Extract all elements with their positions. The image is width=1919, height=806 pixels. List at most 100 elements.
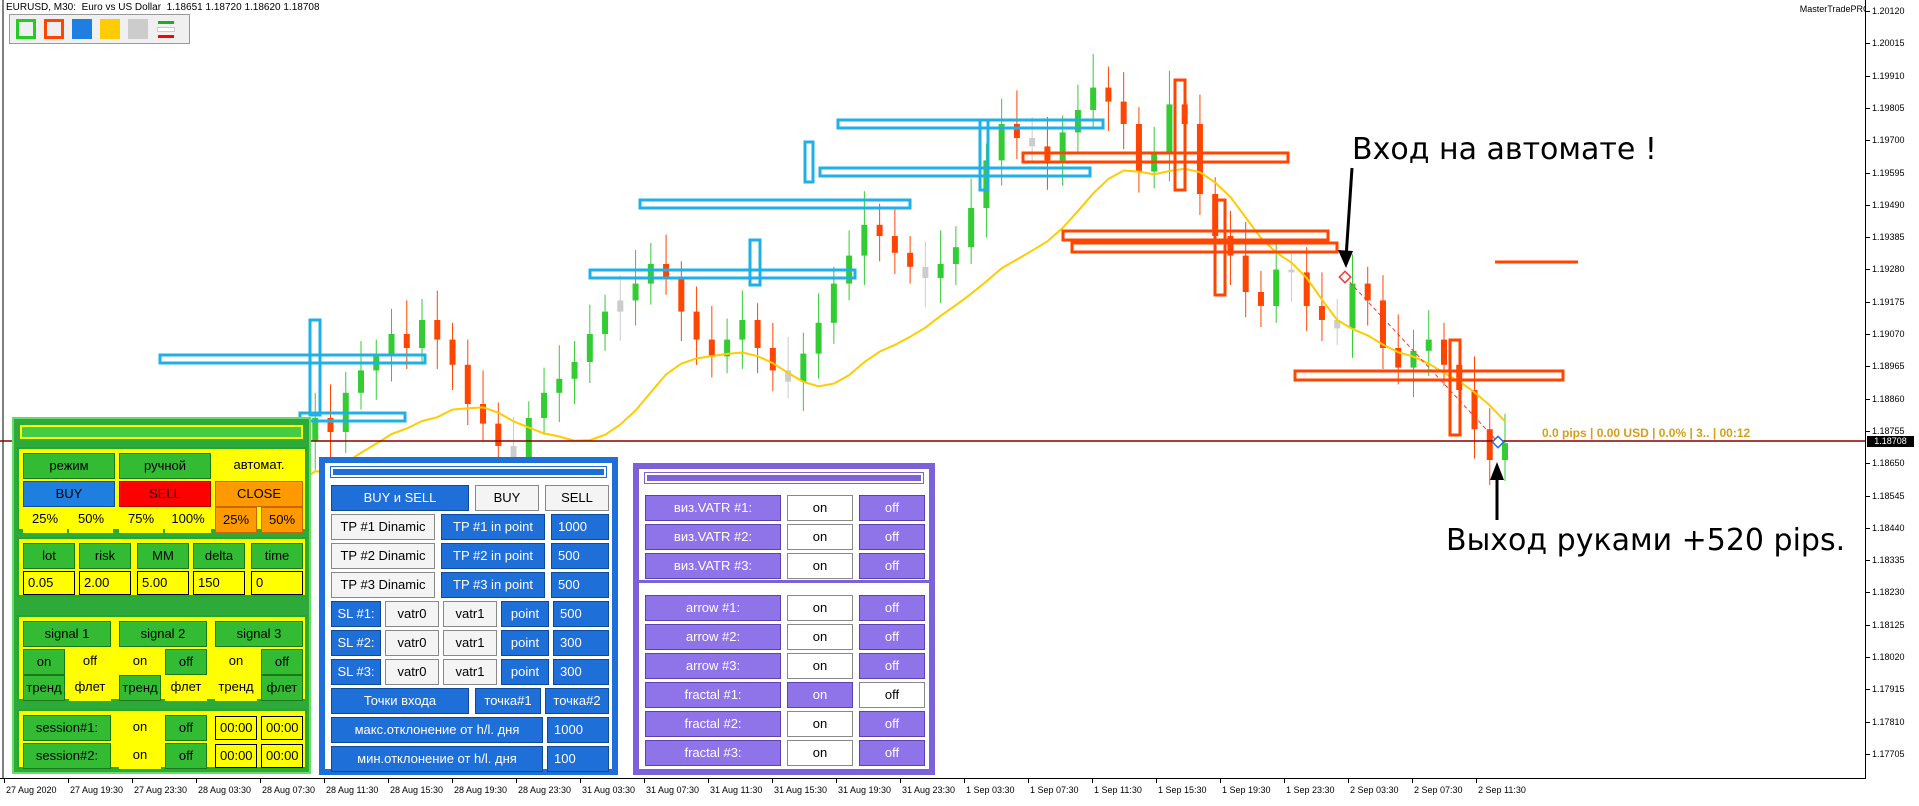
fractal1-on[interactable]: on <box>787 682 853 708</box>
fractal3-on[interactable]: on <box>787 740 853 766</box>
sl3-value[interactable]: 300 <box>553 659 609 685</box>
session-2-end[interactable]: 00:00 <box>261 744 303 768</box>
sl1-vatr1-button[interactable]: vatr1 <box>443 601 497 627</box>
lot-input[interactable]: 0.05 <box>23 571 75 595</box>
tp1-value[interactable]: 1000 <box>551 514 609 540</box>
vatr1-on[interactable]: on <box>787 495 853 521</box>
buy-button[interactable]: BUY <box>23 481 115 507</box>
square-green-outline-icon[interactable] <box>16 19 36 39</box>
signal-1-off[interactable]: off <box>69 649 111 675</box>
auto-mode-button[interactable]: автомат. <box>215 453 303 479</box>
signal-3-off[interactable]: off <box>261 649 303 675</box>
entry-points-button[interactable]: Точки входа <box>331 688 469 714</box>
tp2-dynamic-button[interactable]: TP #2 Dinamic <box>331 543 435 569</box>
sell-direction-button[interactable]: SELL <box>545 485 609 511</box>
buy-direction-button[interactable]: BUY <box>475 485 539 511</box>
lot-button[interactable]: lot <box>23 543 75 569</box>
sl1-value[interactable]: 500 <box>553 601 609 627</box>
signal-1-trend[interactable]: тренд <box>23 675 65 701</box>
session-2-off[interactable]: off <box>165 743 207 769</box>
session-1-end[interactable]: 00:00 <box>261 716 303 740</box>
vatr3-off[interactable]: off <box>859 553 925 579</box>
signal-2-flat[interactable]: флет <box>165 675 207 701</box>
tp2-value[interactable]: 500 <box>551 543 609 569</box>
sl1-vatr0-button[interactable]: vatr0 <box>385 601 439 627</box>
fractal2-on[interactable]: on <box>787 711 853 737</box>
session-2-start[interactable]: 00:00 <box>215 744 257 768</box>
sl3-vatr1-button[interactable]: vatr1 <box>443 659 497 685</box>
signal-2-off[interactable]: off <box>165 649 207 675</box>
tp3-value[interactable]: 500 <box>551 572 609 598</box>
session-1-on[interactable]: on <box>119 715 161 741</box>
percent-50-buy[interactable]: 50% <box>69 507 113 533</box>
session-2-on[interactable]: on <box>119 743 161 769</box>
time-axis[interactable]: 27 Aug 2020 27 Aug 19:30 27 Aug 23:30 28 Au… <box>0 778 1866 806</box>
manual-mode-button[interactable]: ручной <box>119 453 211 479</box>
percent-100[interactable]: 100% <box>165 507 211 533</box>
sell-button[interactable]: SELL <box>119 481 211 507</box>
tp1-dynamic-button[interactable]: TP #1 Dinamic <box>331 514 435 540</box>
fractal1-off[interactable]: off <box>859 682 925 708</box>
risk-button[interactable]: risk <box>79 543 131 569</box>
min-deviation-button[interactable]: мин.отклонение от h/l. дня <box>331 746 543 772</box>
time-input[interactable]: 0 <box>251 571 303 595</box>
signal-1-flat[interactable]: флет <box>69 675 111 701</box>
signal-2-trend[interactable]: тренд <box>119 675 161 701</box>
sl1-point-button[interactable]: point <box>501 601 549 627</box>
arrow3-on[interactable]: on <box>787 653 853 679</box>
sl3-point-button[interactable]: point <box>501 659 549 685</box>
entry-point-1-button[interactable]: точка#1 <box>475 688 541 714</box>
percent-50-close[interactable]: 50% <box>261 507 303 533</box>
vatr1-off[interactable]: off <box>859 495 925 521</box>
square-red-outline-icon[interactable] <box>44 19 64 39</box>
sl3-vatr0-button[interactable]: vatr0 <box>385 659 439 685</box>
arrow3-off[interactable]: off <box>859 653 925 679</box>
sl2-point-button[interactable]: point <box>501 630 549 656</box>
risk-input[interactable]: 2.00 <box>79 571 131 595</box>
mm-input[interactable]: 5.00 <box>137 571 189 595</box>
arrow1-off[interactable]: off <box>859 595 925 621</box>
sl2-vatr0-button[interactable]: vatr0 <box>385 630 439 656</box>
mm-button[interactable]: MM <box>137 543 189 569</box>
entry-point-2-button[interactable]: точка#2 <box>545 688 609 714</box>
vatr3-on[interactable]: on <box>787 553 853 579</box>
tp3-in-point-button[interactable]: TP #3 in point <box>441 572 545 598</box>
percent-25-close[interactable]: 25% <box>215 507 257 533</box>
session-1-off[interactable]: off <box>165 715 207 741</box>
arrow2-on[interactable]: on <box>787 624 853 650</box>
signal-3-on[interactable]: on <box>215 649 257 675</box>
min-deviation-value[interactable]: 100 <box>547 746 609 772</box>
vatr2-off[interactable]: off <box>859 524 925 550</box>
signal-3-trend[interactable]: тренд <box>215 675 257 701</box>
arrow2-off[interactable]: off <box>859 624 925 650</box>
signal-2-button[interactable]: signal 2 <box>119 621 207 647</box>
fractal3-off[interactable]: off <box>859 740 925 766</box>
time-button[interactable]: time <box>251 543 303 569</box>
flag-lines-icon[interactable] <box>156 19 176 39</box>
max-deviation-value[interactable]: 1000 <box>547 717 609 743</box>
vatr2-on[interactable]: on <box>787 524 853 550</box>
delta-input[interactable]: 150 <box>193 571 245 595</box>
sl2-vatr1-button[interactable]: vatr1 <box>443 630 497 656</box>
percent-75[interactable]: 75% <box>119 507 163 533</box>
signal-1-on[interactable]: on <box>23 649 65 675</box>
signal-3-button[interactable]: signal 3 <box>215 621 303 647</box>
session-1-start[interactable]: 00:00 <box>215 716 257 740</box>
fractal2-off[interactable]: off <box>859 711 925 737</box>
signal-2-on[interactable]: on <box>119 649 161 675</box>
square-yellow-icon[interactable] <box>100 19 120 39</box>
signal-3-flat[interactable]: флет <box>261 675 303 701</box>
delta-button[interactable]: delta <box>193 543 245 569</box>
tp1-in-point-button[interactable]: TP #1 in point <box>441 514 545 540</box>
sl2-value[interactable]: 300 <box>553 630 609 656</box>
tp2-in-point-button[interactable]: TP #2 in point <box>441 543 545 569</box>
signal-1-button[interactable]: signal 1 <box>23 621 111 647</box>
arrow1-on[interactable]: on <box>787 595 853 621</box>
square-blue-icon[interactable] <box>72 19 92 39</box>
tp3-dynamic-button[interactable]: TP #3 Dinamic <box>331 572 435 598</box>
buy-and-sell-button[interactable]: BUY и SELL <box>331 485 469 511</box>
square-gray-icon[interactable] <box>128 19 148 39</box>
price-axis[interactable]: 1.20120 1.20015 1.19910 1.19805 1.19700 1.195… <box>1865 0 1919 778</box>
max-deviation-button[interactable]: макс.отклонение от h/l. дня <box>331 717 543 743</box>
percent-25-buy[interactable]: 25% <box>23 507 67 533</box>
